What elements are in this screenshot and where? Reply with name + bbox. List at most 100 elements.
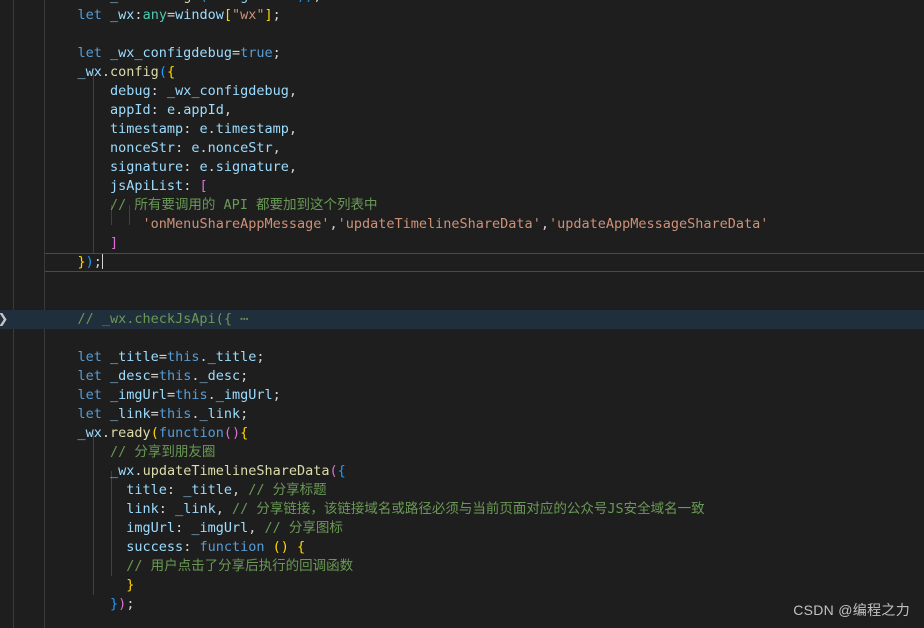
token: this — [166, 349, 200, 365]
token: , — [231, 482, 249, 498]
token: . — [207, 159, 216, 175]
code-line[interactable]: }); — [0, 595, 924, 614]
code-line[interactable]: ❯ // _wx.checkJsApi({ ⋯ — [0, 310, 924, 329]
token: = — [231, 45, 241, 61]
token: _imgUrl — [191, 520, 249, 536]
code-line[interactable]: appId: e.appId, — [0, 101, 924, 120]
token: : — [150, 102, 167, 118]
code-line[interactable]: debug: _wx_configdebug, — [0, 82, 924, 101]
token: 'onMenuShareAppMessage' — [142, 216, 330, 232]
chevron-right-icon[interactable]: ❯ — [0, 310, 10, 329]
code-line[interactable]: }); — [0, 253, 924, 272]
code-line-text: let _title=this._title; — [45, 348, 265, 367]
token: { — [240, 425, 249, 441]
token: updateTimelineShareData — [142, 463, 330, 479]
code-line[interactable]: } — [0, 576, 924, 595]
token: ( — [272, 539, 281, 555]
token: function — [199, 539, 265, 555]
code-line[interactable]: _wx.config({ — [0, 63, 924, 82]
code-line-text: link: _link, // 分享链接，该链接域名或路径必须与当前页面对应的公… — [45, 500, 705, 519]
token: = — [158, 349, 167, 365]
token: . — [207, 387, 216, 403]
token: ; — [256, 349, 265, 365]
token: _title — [207, 349, 257, 365]
token: ) — [85, 254, 94, 270]
token: appId — [110, 102, 151, 118]
token: [ — [223, 7, 233, 23]
code-line[interactable]: title: _title, // 分享标题 — [0, 481, 924, 500]
token: { — [337, 463, 346, 479]
token: ready — [110, 425, 151, 441]
token: jsApiList — [110, 178, 184, 194]
code-line-text: success: function () { — [45, 538, 305, 557]
code-line[interactable]: timestamp: e.timestamp, — [0, 120, 924, 139]
code-line-text: let _link=this._link; — [45, 405, 249, 424]
token: _wx — [110, 0, 134, 4]
token: nonceStr — [110, 140, 176, 156]
code-line[interactable]: // 所有要调用的 API 都要加到这个列表中 — [0, 196, 924, 215]
code-line[interactable]: // 用户点击了分享后执行的回调函数 — [0, 557, 924, 576]
token: )) — [297, 0, 313, 4]
token: ) — [280, 539, 289, 555]
code-line[interactable]: // 分享到朋友圈 — [0, 443, 924, 462]
token: ( — [150, 425, 159, 441]
token: _desc — [110, 368, 151, 384]
token: . — [134, 0, 142, 4]
token: . — [199, 140, 208, 156]
code-line[interactable]: imgUrl: _imgUrl, // 分享图标 — [0, 519, 924, 538]
code-line[interactable]: success: function () { — [0, 538, 924, 557]
token: config — [110, 64, 159, 80]
code-line[interactable]: jsApiList: [ — [0, 177, 924, 196]
token: : — [183, 159, 200, 175]
code-line[interactable]: let _link=this._link; — [0, 405, 924, 424]
token: , — [288, 159, 298, 175]
code-line-text: // 分享到朋友圈 — [45, 443, 215, 462]
token: appId — [183, 102, 224, 118]
code-line[interactable]: let _title=this._title; — [0, 348, 924, 367]
code-line[interactable]: let _imgUrl=this._imgUrl; — [0, 386, 924, 405]
code-line-text: timestamp: e.timestamp, — [45, 120, 297, 139]
token: // 分享链接，该链接域名或路径必须与当前页面对应的公众号JS安全域名一致 — [231, 501, 705, 517]
token: : — [175, 520, 192, 536]
code-surface[interactable]: _wx.config (e.signature)); let _wx:any=w… — [0, 0, 924, 628]
code-editor[interactable]: _wx.config (e.signature)); let _wx:any=w… — [0, 0, 924, 628]
code-line[interactable]: let _desc=this._desc; — [0, 367, 924, 386]
code-line[interactable]: link: _link, // 分享链接，该链接域名或路径必须与当前页面对应的公… — [0, 500, 924, 519]
code-line[interactable] — [0, 25, 924, 44]
code-line[interactable] — [0, 329, 924, 348]
code-line[interactable]: ] — [0, 234, 924, 253]
code-line[interactable] — [0, 291, 924, 310]
code-line[interactable]: _wx.ready(function(){ — [0, 424, 924, 443]
code-line-text: 'onMenuShareAppMessage','updateTimelineS… — [45, 215, 769, 234]
token: , — [215, 501, 232, 517]
token: imgUrl — [126, 520, 176, 536]
code-line[interactable]: nonceStr: e.nonceStr, — [0, 139, 924, 158]
token: _wx — [110, 463, 135, 479]
code-line-text: }); — [45, 595, 134, 614]
code-line-text: _wx.updateTimelineShareData({ — [45, 462, 346, 481]
token: : — [175, 140, 192, 156]
token: ( — [329, 463, 338, 479]
token: . — [175, 102, 184, 118]
token: _wx — [110, 7, 135, 23]
code-line[interactable]: 'onMenuShareAppMessage','updateTimelineS… — [0, 215, 924, 234]
code-line[interactable]: let _wx_configdebug=true; — [0, 44, 924, 63]
code-line[interactable] — [0, 272, 924, 291]
token: ] — [110, 235, 119, 251]
token: // 分享到朋友圈 — [110, 444, 216, 460]
code-line[interactable]: let _wx:any=window["wx"]; — [0, 6, 924, 25]
token: this — [175, 387, 208, 403]
token: // 分享图标 — [264, 520, 343, 536]
code-line[interactable]: _wx.updateTimelineShareData({ — [0, 462, 924, 481]
token: ( — [158, 64, 167, 80]
code-line[interactable]: signature: e.signature, — [0, 158, 924, 177]
